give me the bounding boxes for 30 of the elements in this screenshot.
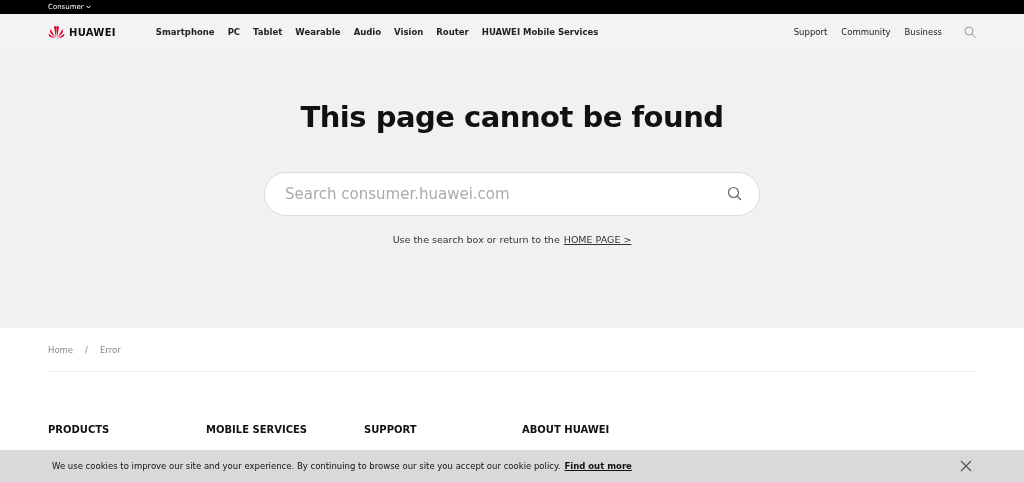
nav-link[interactable]: Wearable bbox=[295, 25, 341, 39]
nav-link[interactable]: Business bbox=[904, 25, 942, 39]
search-icon[interactable] bbox=[727, 185, 742, 201]
nav-link[interactable]: Smartphone bbox=[155, 25, 215, 39]
footer-heading: ABOUT HUAWEI bbox=[522, 422, 611, 437]
search-icon[interactable] bbox=[964, 26, 976, 38]
footer-heading: MOBILE SERVICES bbox=[206, 422, 309, 437]
nav-link[interactable]: Support bbox=[793, 25, 828, 39]
nav-link[interactable]: Vision bbox=[394, 25, 424, 39]
nav-link[interactable]: Tablet bbox=[253, 25, 283, 39]
breadcrumb-item: Error bbox=[100, 344, 121, 357]
page-title: This page cannot be found bbox=[300, 100, 724, 135]
search-field[interactable]: Search consumer.huawei.com bbox=[264, 171, 760, 216]
hint-text: Use the search box or return to the bbox=[392, 232, 560, 247]
caret-icon[interactable] bbox=[85, 5, 91, 9]
logo-icon bbox=[48, 25, 65, 39]
footer-heading: PRODUCTS bbox=[48, 422, 111, 437]
nav-link[interactable]: PC bbox=[227, 25, 241, 39]
close-icon[interactable] bbox=[960, 460, 972, 472]
nav-link[interactable]: Router bbox=[436, 25, 469, 39]
home-page-link[interactable]: HOME PAGE > bbox=[563, 232, 632, 248]
find-out-more-link[interactable]: Find out more bbox=[564, 459, 632, 473]
breadcrumb-item[interactable]: Home bbox=[48, 344, 74, 357]
brand-name: HUAWEI bbox=[69, 25, 116, 40]
nav-link[interactable]: HUAWEI Mobile Services bbox=[481, 25, 599, 39]
nav-link[interactable]: Audio bbox=[353, 25, 382, 39]
breadcrumb-separator: / bbox=[85, 344, 88, 357]
cookie-notice: We use cookies to improve our site and your experience. By continuing to browse our site you accept our cookie policy. bbox=[52, 459, 561, 473]
nav-link[interactable]: Community bbox=[841, 25, 891, 39]
footer-heading: SUPPORT bbox=[364, 422, 418, 437]
